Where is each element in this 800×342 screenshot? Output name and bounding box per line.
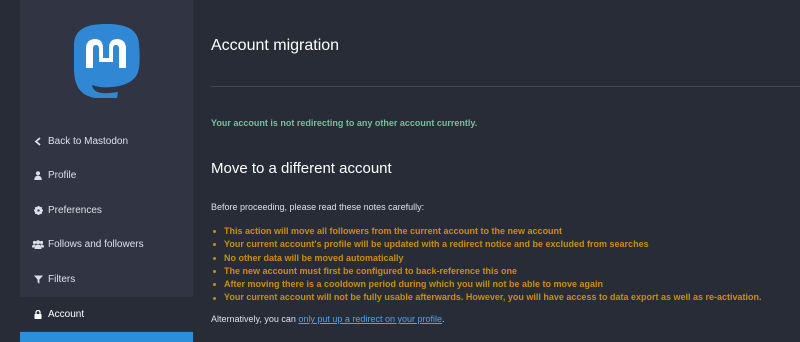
list-item: Your current account's profile will be u… — [211, 238, 762, 251]
sidebar-item-back-to-mastodon[interactable]: Back to Mastodon — [20, 124, 193, 158]
redirect-profile-link[interactable]: only put up a redirect on your profile — [298, 314, 442, 324]
sidebar-item-label: Filters — [48, 273, 76, 285]
user-icon — [31, 170, 45, 180]
chevron-left-icon — [31, 136, 45, 146]
sidebar-item-label: Follows and followers — [48, 238, 144, 250]
list-item: This action will move all followers from… — [211, 225, 762, 238]
bullet-icon — [213, 296, 216, 300]
alternative-text: Alternatively, you can only put up a red… — [211, 314, 445, 324]
bullet-icon — [213, 256, 216, 260]
list-item: No other data will be moved automaticall… — [211, 252, 762, 265]
users-icon — [31, 239, 45, 249]
notes-intro: Before proceeding, please read these not… — [211, 202, 425, 212]
section-title: Move to a different account — [211, 160, 392, 177]
sidebar-item-follows-and-followers[interactable]: Follows and followers — [20, 227, 193, 261]
sidebar-item-preferences[interactable]: Preferences — [20, 193, 193, 227]
sidebar-item-filters[interactable]: Filters — [20, 262, 193, 296]
sidebar: Back to Mastodon Profile Preferences Fol… — [0, 0, 193, 342]
lock-icon — [31, 309, 45, 319]
migration-notes-list: This action will move all followers from… — [211, 225, 762, 305]
bullet-icon — [213, 230, 216, 234]
list-item: After moving there is a cooldown period … — [211, 278, 762, 291]
list-item: Your current account will not be fully u… — [211, 291, 762, 304]
sidebar-item-label: Account — [48, 308, 85, 320]
sidebar-item-profile[interactable]: Profile — [20, 158, 193, 192]
redirect-status-message: Your account is not redirecting to any o… — [211, 118, 478, 128]
sidebar-item-account[interactable]: Account — [20, 297, 193, 331]
list-item: The new account must first be configured… — [211, 265, 762, 278]
active-item-indicator — [20, 332, 193, 342]
mastodon-logo[interactable] — [70, 22, 142, 98]
gear-icon — [31, 205, 45, 215]
sidebar-item-label: Preferences — [48, 204, 102, 216]
sidebar-item-label: Back to Mastodon — [48, 135, 129, 147]
main-content: Account migration Your account is not re… — [193, 0, 800, 342]
bullet-icon — [213, 270, 216, 274]
bullet-icon — [213, 283, 216, 287]
bullet-icon — [213, 243, 216, 247]
divider — [211, 86, 800, 87]
filter-icon — [31, 275, 45, 284]
page-title: Account migration — [211, 37, 340, 54]
sidebar-item-label: Profile — [48, 169, 77, 181]
